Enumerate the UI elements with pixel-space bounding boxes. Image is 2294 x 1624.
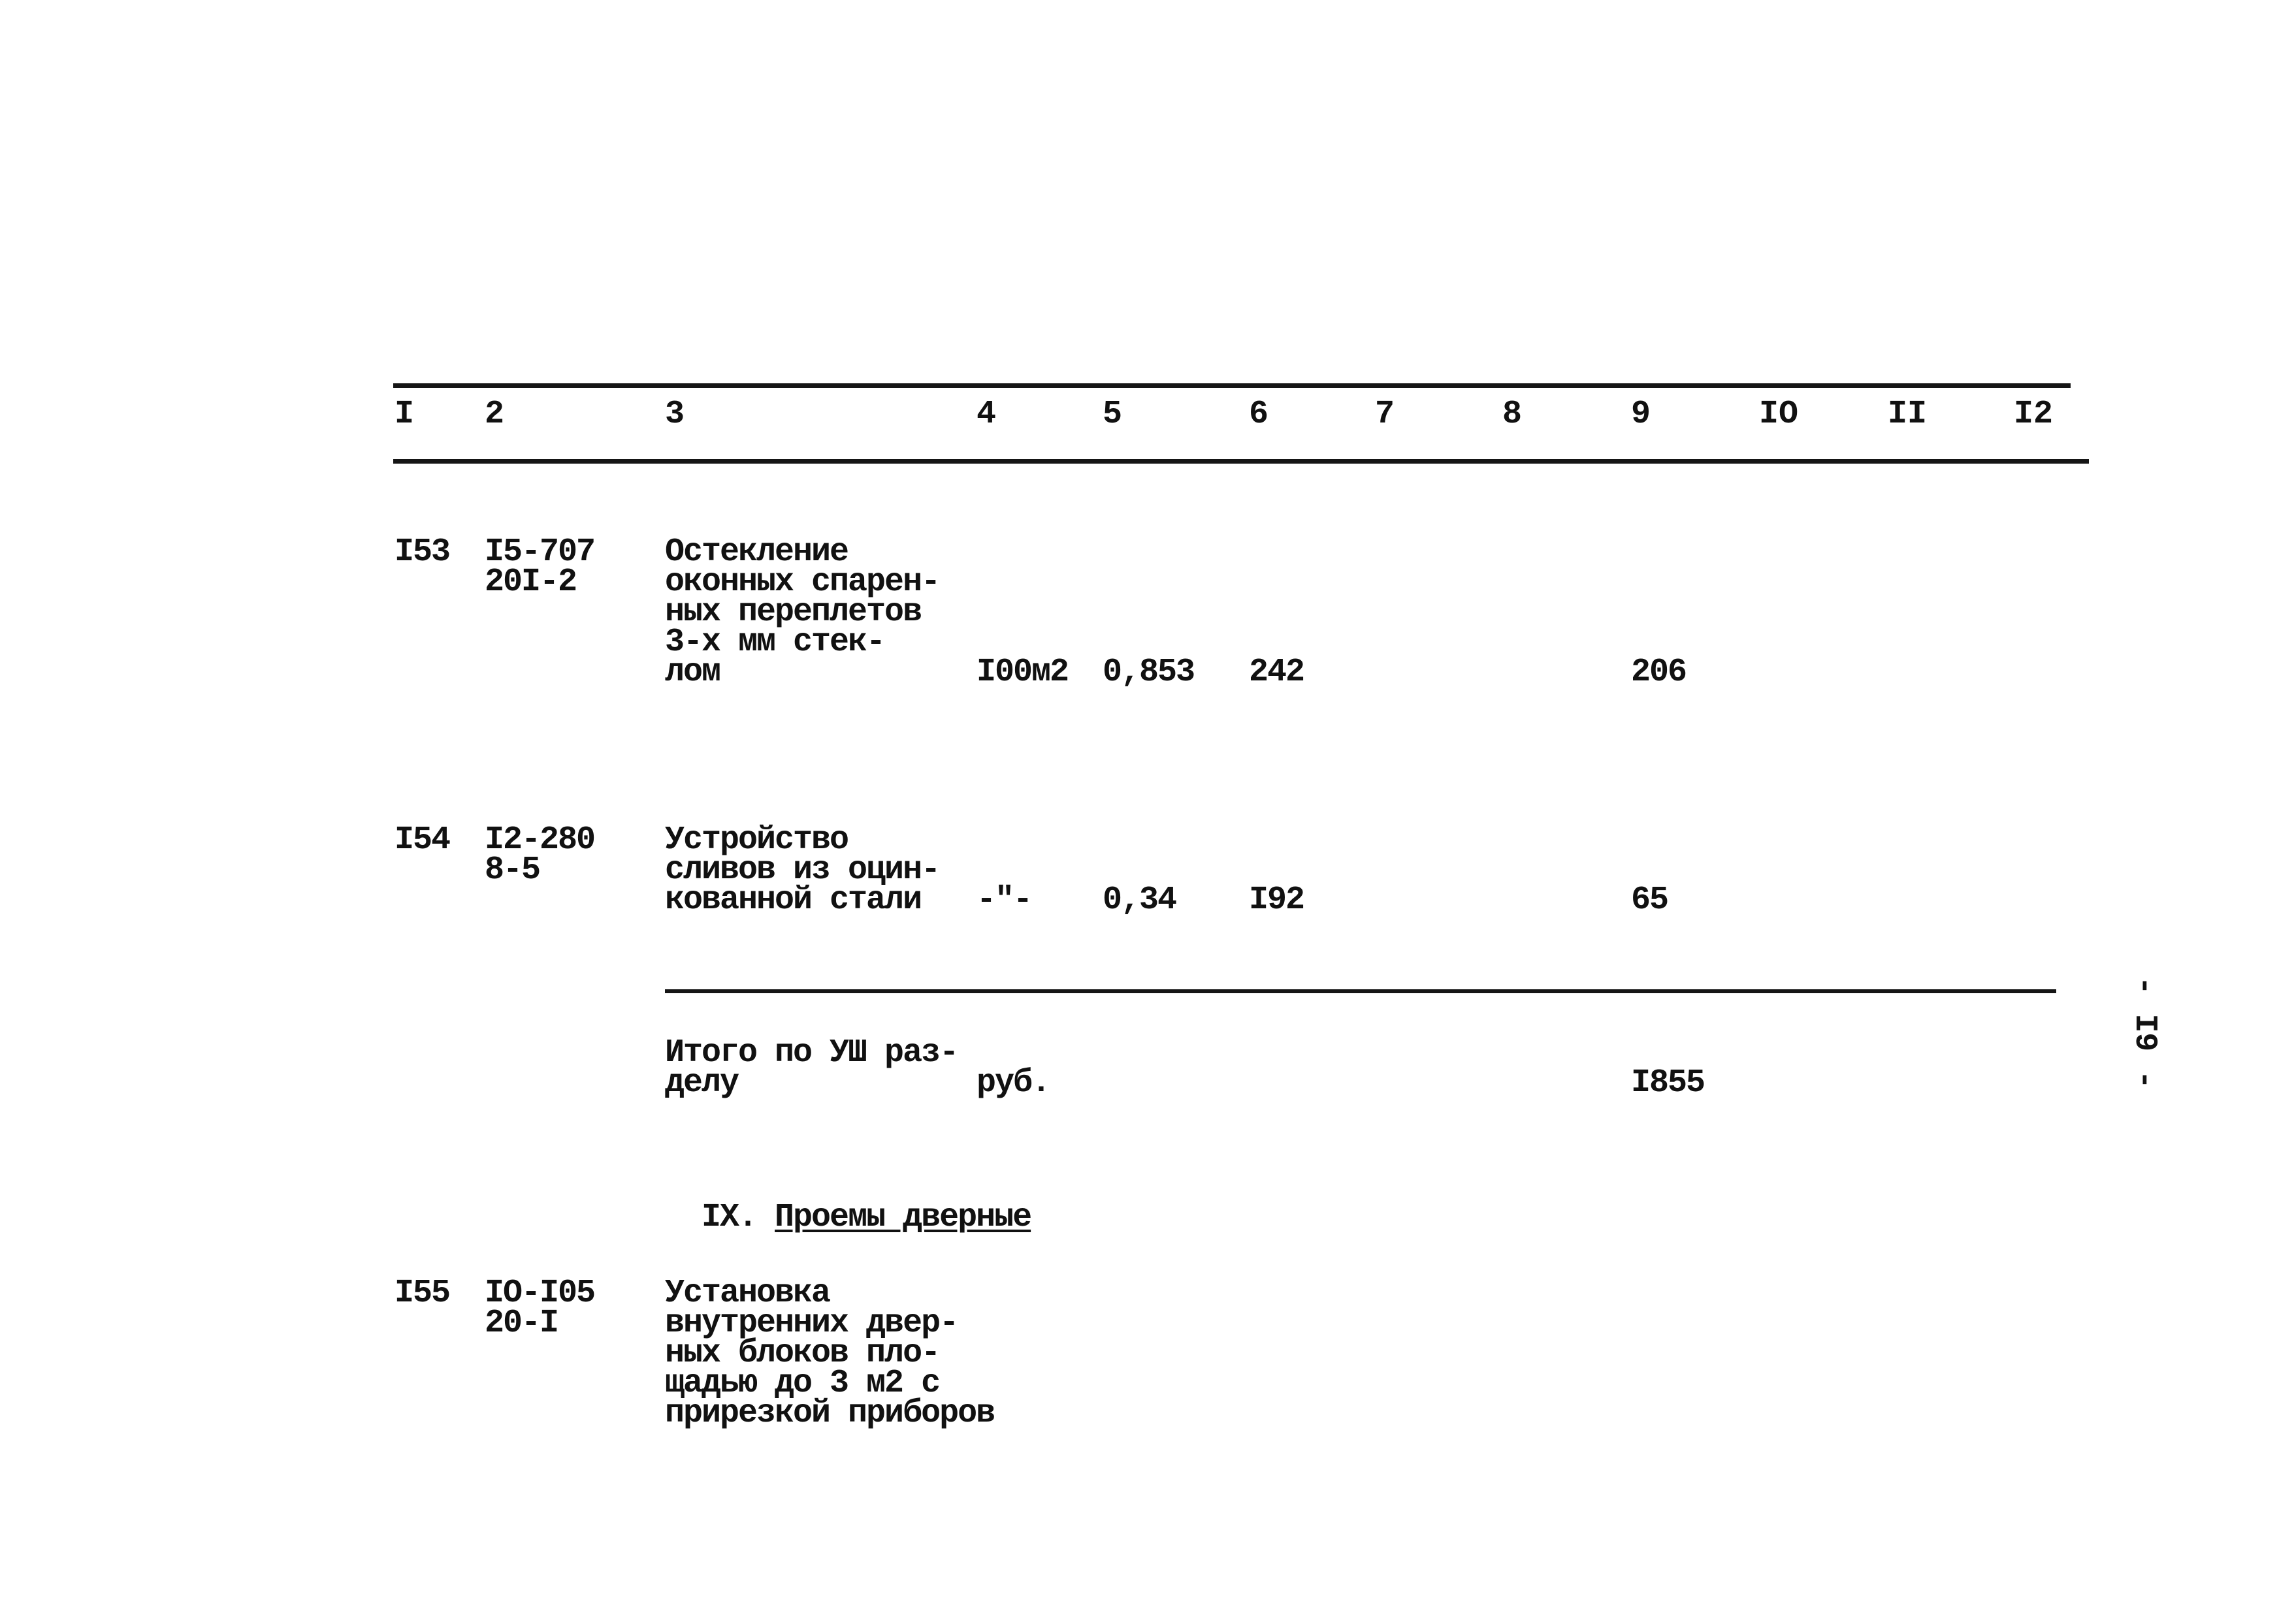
row-number: I53 <box>395 533 451 571</box>
col-header-7: 7 <box>1375 396 1395 433</box>
row-description: Устройство сливов из оцин- кованной стал… <box>665 824 941 919</box>
subtotal-value: I855 <box>1631 1064 1705 1102</box>
col-header-9: 9 <box>1631 396 1651 433</box>
code-line: 20I-2 <box>485 564 577 601</box>
description-line: прирезкой приборов <box>665 1395 995 1432</box>
section-heading: IX. Проемы дверные <box>665 1173 1032 1236</box>
col-header-6: 6 <box>1249 396 1269 433</box>
description-line: кованной стали <box>665 882 922 919</box>
col-header-3: 3 <box>665 396 685 433</box>
row-col9: 65 <box>1631 882 1669 919</box>
row-code: I5-707 20I-2 <box>485 536 596 601</box>
row-col6: 242 <box>1249 654 1305 691</box>
description-line: лом <box>665 654 721 691</box>
col-header-12: I2 <box>2014 396 2054 433</box>
code-line: 8-5 <box>485 852 541 889</box>
row-unit: -"- <box>977 882 1033 919</box>
row-code: IO-I05 20-I <box>485 1277 596 1342</box>
row-description: Установка внутренних двер- ных блоков пл… <box>665 1277 995 1432</box>
row-description: Остекление оконных спарен- ных переплето… <box>665 536 941 691</box>
subtotal-rule <box>665 989 2056 993</box>
col-header-11: II <box>1888 396 1928 433</box>
row-quantity: 0,853 <box>1103 654 1195 691</box>
col-header-5: 5 <box>1103 396 1123 433</box>
subtotal-unit: руб. <box>977 1064 1051 1102</box>
row-quantity: 0,34 <box>1103 882 1177 919</box>
row-col9: 206 <box>1631 654 1687 691</box>
row-number: I54 <box>395 821 451 859</box>
section-title: Проемы дверные <box>775 1199 1032 1236</box>
col-header-10: IO <box>1759 396 1799 433</box>
code-line: 20-I <box>485 1305 559 1342</box>
col-header-4: 4 <box>977 396 997 433</box>
section-number: IX. <box>702 1199 758 1236</box>
page-number: - I9 - <box>2127 976 2162 1089</box>
col-header-2: 2 <box>485 396 505 433</box>
header-bottom-rule <box>393 459 2089 464</box>
col-header-8: 8 <box>1502 396 1523 433</box>
col-header-1: I <box>395 396 415 433</box>
row-number: I55 <box>395 1275 451 1312</box>
row-code: I2-280 8-5 <box>485 824 596 889</box>
row-unit: I00м2 <box>977 654 1069 691</box>
header-top-rule <box>393 383 2071 388</box>
row-col6: I92 <box>1249 882 1305 919</box>
subtotal-label: Итого по УШ раз- делу <box>665 1037 959 1102</box>
subtotal-label-line: делу <box>665 1064 739 1102</box>
